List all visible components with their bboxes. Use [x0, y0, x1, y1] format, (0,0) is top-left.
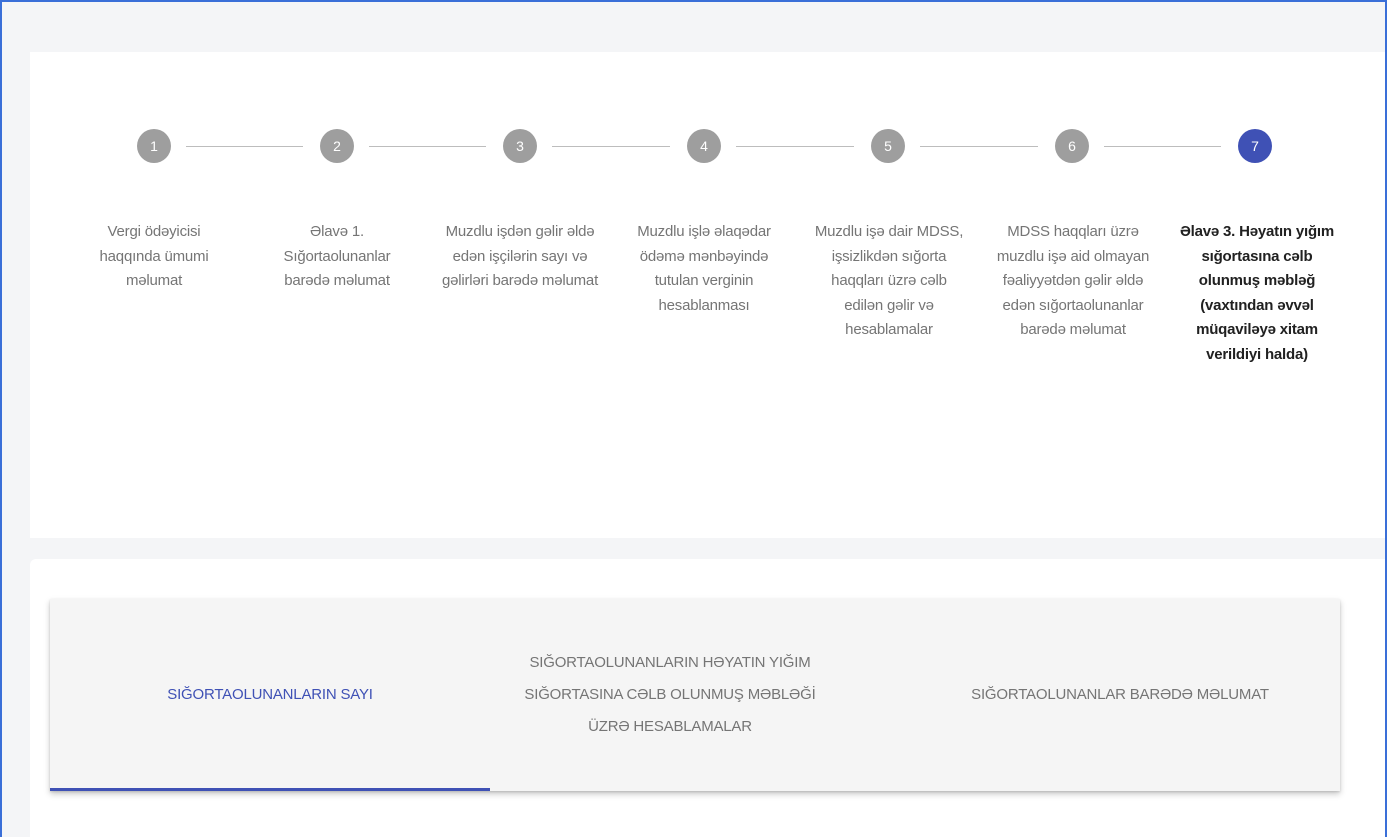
step-3-label[interactable]: Muzdlu işdən gəlir əldə edən işçilərin s…: [435, 220, 605, 294]
step-2-indicator[interactable]: 2: [320, 129, 354, 163]
tab-label: SIĞORTAOLUNANLARIN SAYI: [167, 686, 373, 703]
step-connector: [186, 146, 303, 147]
step-2-label[interactable]: Əlavə 1. Sığortaolunanlar barədə məlumat: [267, 220, 407, 294]
step-4-label[interactable]: Muzdlu işlə əlaqədar ödəmə mənbəyində tu…: [624, 220, 784, 318]
app-frame: 1 2 3 4 5 6 7 Vergi ödəyicisi haqqında ü…: [0, 0, 1387, 837]
step-connector: [1104, 146, 1221, 147]
step-connector: [736, 146, 854, 147]
step-1-indicator[interactable]: 1: [137, 129, 171, 163]
step-5-label[interactable]: Muzdlu işə dair MDSS, işsizlikdən sığort…: [810, 220, 968, 343]
step-7-label[interactable]: Əlavə 3. Həyatın yığım sığortasına cəlb …: [1177, 220, 1337, 367]
step-6-indicator[interactable]: 6: [1055, 129, 1089, 163]
step-6-label[interactable]: MDSS haqqları üzrə muzdlu işə aid olmaya…: [994, 220, 1152, 343]
tab-hesablamalar[interactable]: SIĞORTAOLUNANLARIN HƏYATIN YIĞIM SIĞORTA…: [505, 599, 835, 791]
step-3-indicator[interactable]: 3: [503, 129, 537, 163]
step-1-label[interactable]: Vergi ödəyicisi haqqında ümumi məlumat: [79, 220, 229, 294]
step-5-indicator[interactable]: 5: [871, 129, 905, 163]
step-connector: [369, 146, 486, 147]
tab-label: SIĞORTAOLUNANLARIN HƏYATIN YIĞIM SIĞORTA…: [524, 654, 816, 735]
active-tab-indicator: [50, 788, 490, 791]
tab-sigortaolunanlarin-sayi[interactable]: SIĞORTAOLUNANLARIN SAYI: [50, 599, 490, 791]
tab-sigortaolunanlar-barede-melumat[interactable]: SIĞORTAOLUNANLAR BARƏDƏ MƏLUMAT: [920, 599, 1320, 791]
step-7-indicator[interactable]: 7: [1238, 129, 1272, 163]
step-4-indicator[interactable]: 4: [687, 129, 721, 163]
step-connector: [920, 146, 1038, 147]
step-connector: [552, 146, 670, 147]
content-card: SIĞORTAOLUNANLARIN SAYI SIĞORTAOLUNANLAR…: [30, 559, 1385, 837]
stepper: 1 2 3 4 5 6 7 Vergi ödəyicisi haqqında ü…: [30, 52, 1385, 538]
tab-bar: SIĞORTAOLUNANLARIN SAYI SIĞORTAOLUNANLAR…: [50, 599, 1340, 791]
tab-label: SIĞORTAOLUNANLAR BARƏDƏ MƏLUMAT: [971, 686, 1269, 703]
